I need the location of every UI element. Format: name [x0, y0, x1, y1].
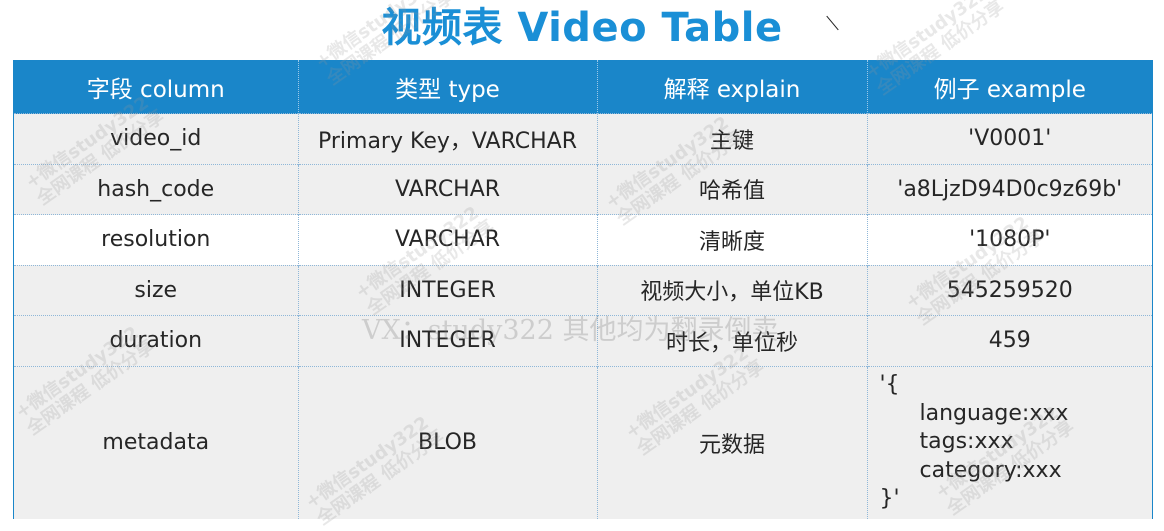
cell-example: 545259520: [867, 264, 1152, 316]
table-title: 视频表 Video Table: [381, 5, 783, 51]
table-row: duration INTEGER 时长，单位秒 459: [14, 315, 1152, 366]
cell-explain: 清晰度: [597, 214, 868, 265]
cell-example: 459: [867, 315, 1152, 366]
cell-column: resolution: [14, 214, 299, 265]
video-table-grid: 字段 column 类型 type 解释 explain 例子 example …: [14, 60, 1152, 519]
video-table: 字段 column 类型 type 解释 explain 例子 example …: [13, 60, 1153, 519]
json-close: }': [879, 486, 900, 512]
cell-example: 'V0001': [867, 113, 1152, 164]
cell-type: INTEGER: [298, 315, 598, 366]
cell-type: INTEGER: [298, 264, 598, 316]
cell-example-json: '{ language:xxx tags:xxx category:xxx }': [867, 365, 1152, 519]
table-row: resolution VARCHAR 清晰度 '1080P': [14, 214, 1152, 265]
header-type: 类型 type: [298, 60, 598, 114]
cell-column: hash_code: [14, 163, 299, 215]
cell-column: size: [14, 264, 299, 316]
table-row: video_id Primary Key，VARCHAR 主键 'V0001': [14, 113, 1152, 164]
cell-type: BLOB: [298, 365, 598, 519]
json-category: category:xxx: [919, 457, 1062, 483]
cell-column: video_id: [14, 113, 299, 164]
header-explain: 解释 explain: [597, 60, 868, 114]
table-row-metadata: metadata BLOB 元数据 '{ language:xxx tags:x…: [14, 365, 1152, 519]
cell-type: VARCHAR: [298, 214, 598, 265]
cell-explain: 视频大小，单位KB: [597, 264, 868, 316]
json-tags: tags:xxx: [919, 429, 1014, 455]
table-row: size INTEGER 视频大小，单位KB 545259520: [14, 264, 1152, 316]
cell-column: duration: [14, 315, 299, 366]
cell-type: Primary Key，VARCHAR: [298, 113, 598, 164]
cell-example: '1080P': [867, 214, 1152, 265]
cell-type: VARCHAR: [298, 163, 598, 215]
header-column: 字段 column: [14, 60, 299, 114]
cell-explain: 时长，单位秒: [597, 315, 868, 366]
cell-column: metadata: [14, 365, 299, 519]
json-language: language:xxx: [919, 400, 1069, 426]
cell-explain: 元数据: [597, 365, 868, 519]
header-example: 例子 example: [867, 60, 1152, 114]
cell-explain: 主键: [597, 113, 868, 164]
json-open: '{: [879, 372, 900, 398]
cell-explain: 哈希值: [597, 163, 868, 215]
header-row: 字段 column 类型 type 解释 explain 例子 example: [14, 60, 1152, 114]
table-row: hash_code VARCHAR 哈希值 'a8LjzD94D0c9z69b': [14, 163, 1152, 215]
cell-example: 'a8LjzD94D0c9z69b': [867, 163, 1152, 215]
